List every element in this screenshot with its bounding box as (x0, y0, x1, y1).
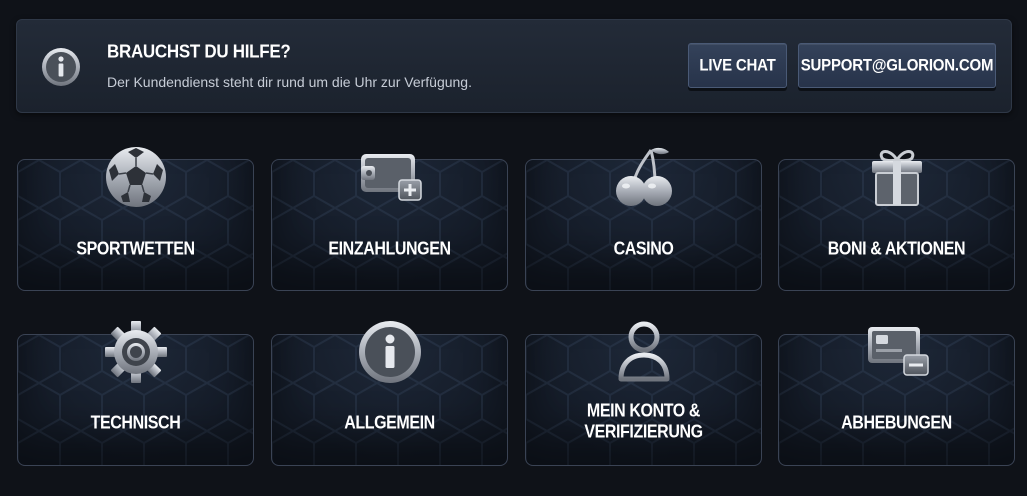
live-chat-button[interactable]: LIVE CHAT (688, 43, 787, 88)
gift-icon (871, 150, 922, 206)
gear-icon (104, 321, 167, 383)
info-icon (358, 321, 421, 383)
wallet-plus-icon (360, 154, 422, 201)
category-label: MEIN KONTO & VERIFIZIERUNG (584, 401, 703, 443)
category-mein-konto[interactable]: MEIN KONTO & VERIFIZIERUNG (525, 321, 762, 466)
category-label: TECHNISCH (90, 413, 181, 434)
category-abhebungen[interactable]: ABHEBUNGEN (778, 327, 1015, 466)
category-label: EINZAHLUNGEN (328, 239, 451, 260)
info-icon (42, 48, 80, 86)
user-icon (618, 321, 669, 382)
category-label: CASINO (613, 239, 674, 260)
category-label: ABHEBUNGEN (841, 413, 952, 434)
category-boni-aktionen[interactable]: BONI & AKTIONEN (778, 150, 1015, 291)
help-subtitle: Der Kundendienst steht dir rund um die U… (107, 74, 472, 90)
card-minus-icon (867, 327, 929, 376)
category-einzahlungen[interactable]: EINZAHLUNGEN (271, 154, 508, 291)
category-label: BONI & AKTIONEN (827, 239, 966, 260)
help-title: BRAUCHST DU HILFE? (107, 41, 291, 62)
category-label: SPORTWETTEN (76, 239, 195, 260)
category-casino[interactable]: CASINO (525, 147, 762, 291)
category-allgemein[interactable]: ALLGEMEIN (271, 321, 508, 466)
support-email-button[interactable]: SUPPORT@GLORION.COM (798, 43, 996, 88)
cherries-icon (615, 147, 672, 206)
help-banner: BRAUCHST DU HILFE? Der Kundendienst steh… (16, 19, 1012, 113)
category-technisch[interactable]: TECHNISCH (17, 321, 254, 466)
category-sportwetten[interactable]: SPORTWETTEN (17, 147, 254, 291)
category-label: ALLGEMEIN (344, 413, 435, 434)
soccer-ball-icon (105, 147, 166, 207)
